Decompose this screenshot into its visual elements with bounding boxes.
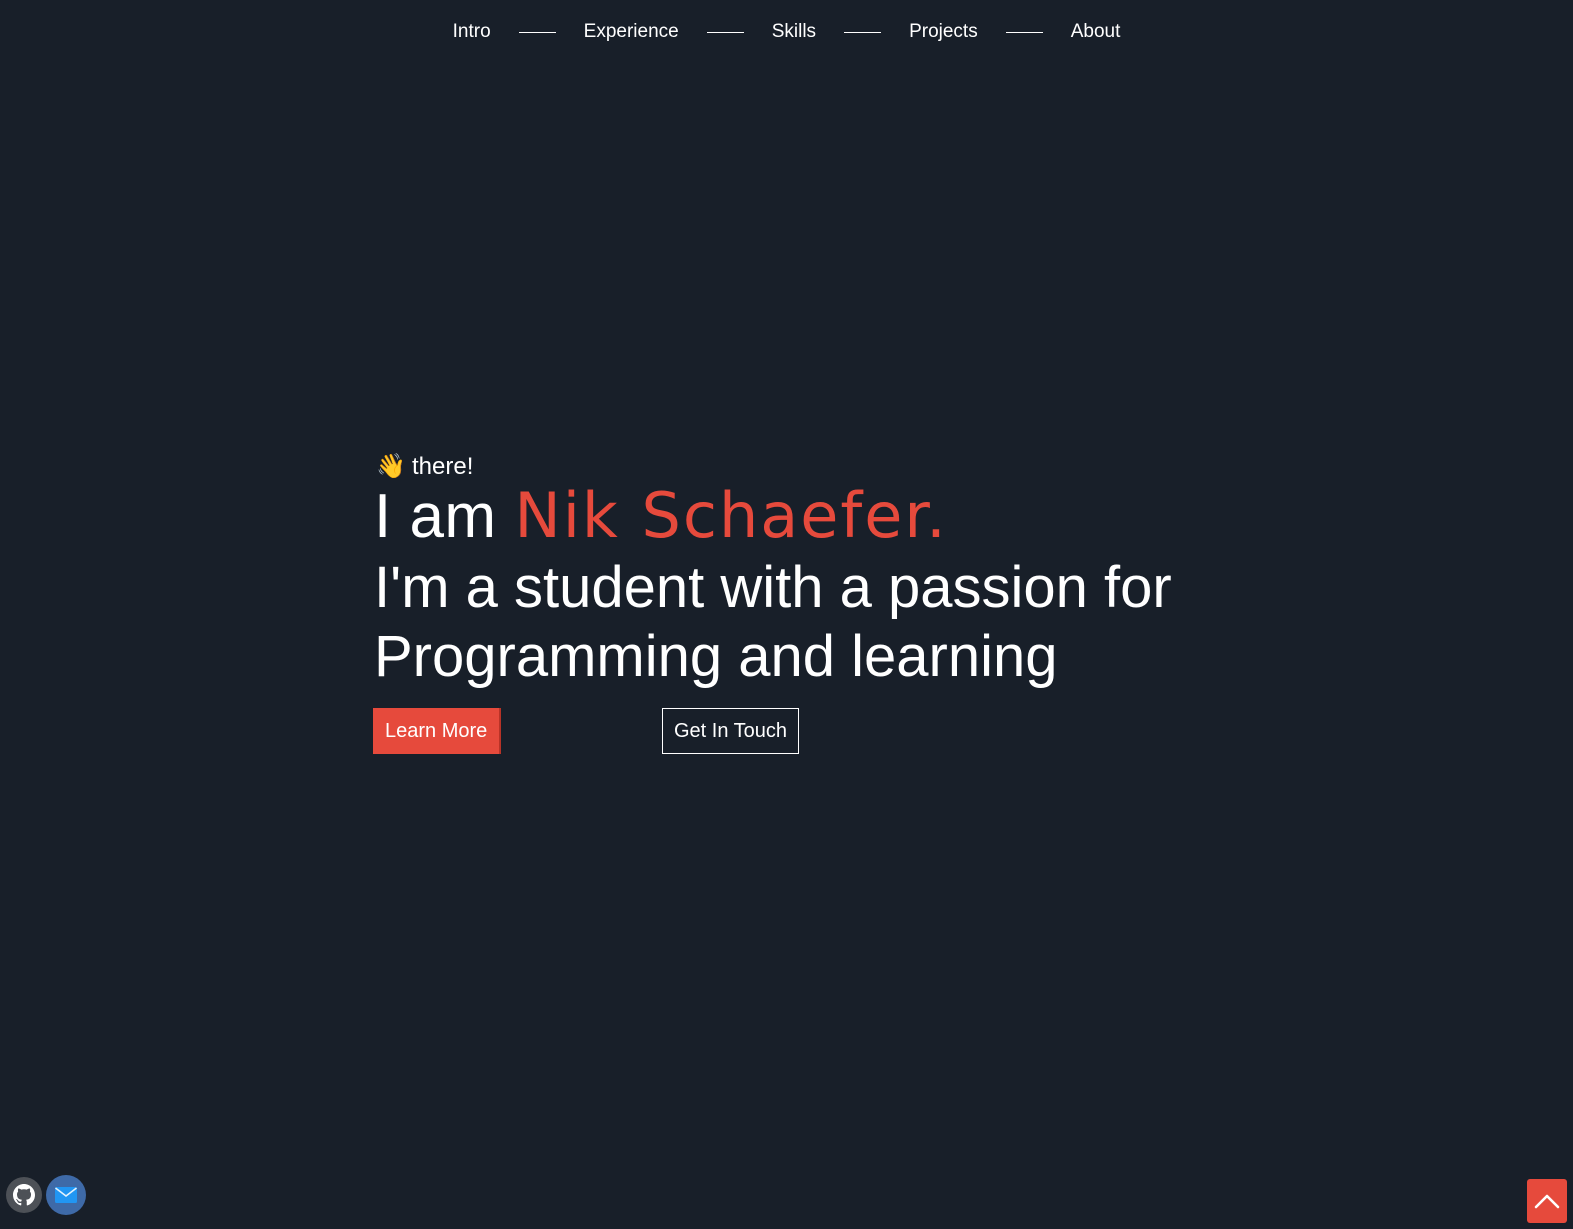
hero-section: 👋 there! I am Nik Schaefer. I'm a studen… xyxy=(373,450,1374,754)
chevron-up-icon[interactable] xyxy=(1527,1179,1567,1223)
nav-item-about[interactable]: About xyxy=(1071,18,1121,46)
learn-more-button[interactable]: Learn More xyxy=(373,708,500,754)
get-in-touch-button[interactable]: Get In Touch xyxy=(662,708,800,754)
nav-item-projects[interactable]: Projects xyxy=(909,18,978,46)
hero-buttons: Learn More Get In Touch xyxy=(373,708,873,754)
nav-item-experience[interactable]: Experience xyxy=(584,18,679,46)
page: Intro Experience Skills Projects About 👋… xyxy=(0,0,1573,1229)
mail-icon[interactable] xyxy=(46,1175,86,1215)
nav-separator xyxy=(706,31,744,33)
social-links xyxy=(6,1175,86,1215)
tagline: I'm a student with a passion for Program… xyxy=(374,555,1172,689)
headline-prefix: I am xyxy=(374,482,515,551)
greeting-text: there! xyxy=(412,453,474,480)
nav-separator xyxy=(844,31,882,33)
top-nav: Intro Experience Skills Projects About xyxy=(0,18,1573,46)
nav-separator xyxy=(1005,31,1043,33)
nav-item-intro[interactable]: Intro xyxy=(453,18,491,46)
headline: I am Nik Schaefer. xyxy=(374,484,1374,549)
person-name: Nik Schaefer. xyxy=(514,479,948,552)
nav-item-skills[interactable]: Skills xyxy=(772,18,816,46)
nav-separator xyxy=(518,31,556,33)
github-icon[interactable] xyxy=(6,1177,42,1213)
waving-hand-icon: 👋 xyxy=(376,453,406,480)
